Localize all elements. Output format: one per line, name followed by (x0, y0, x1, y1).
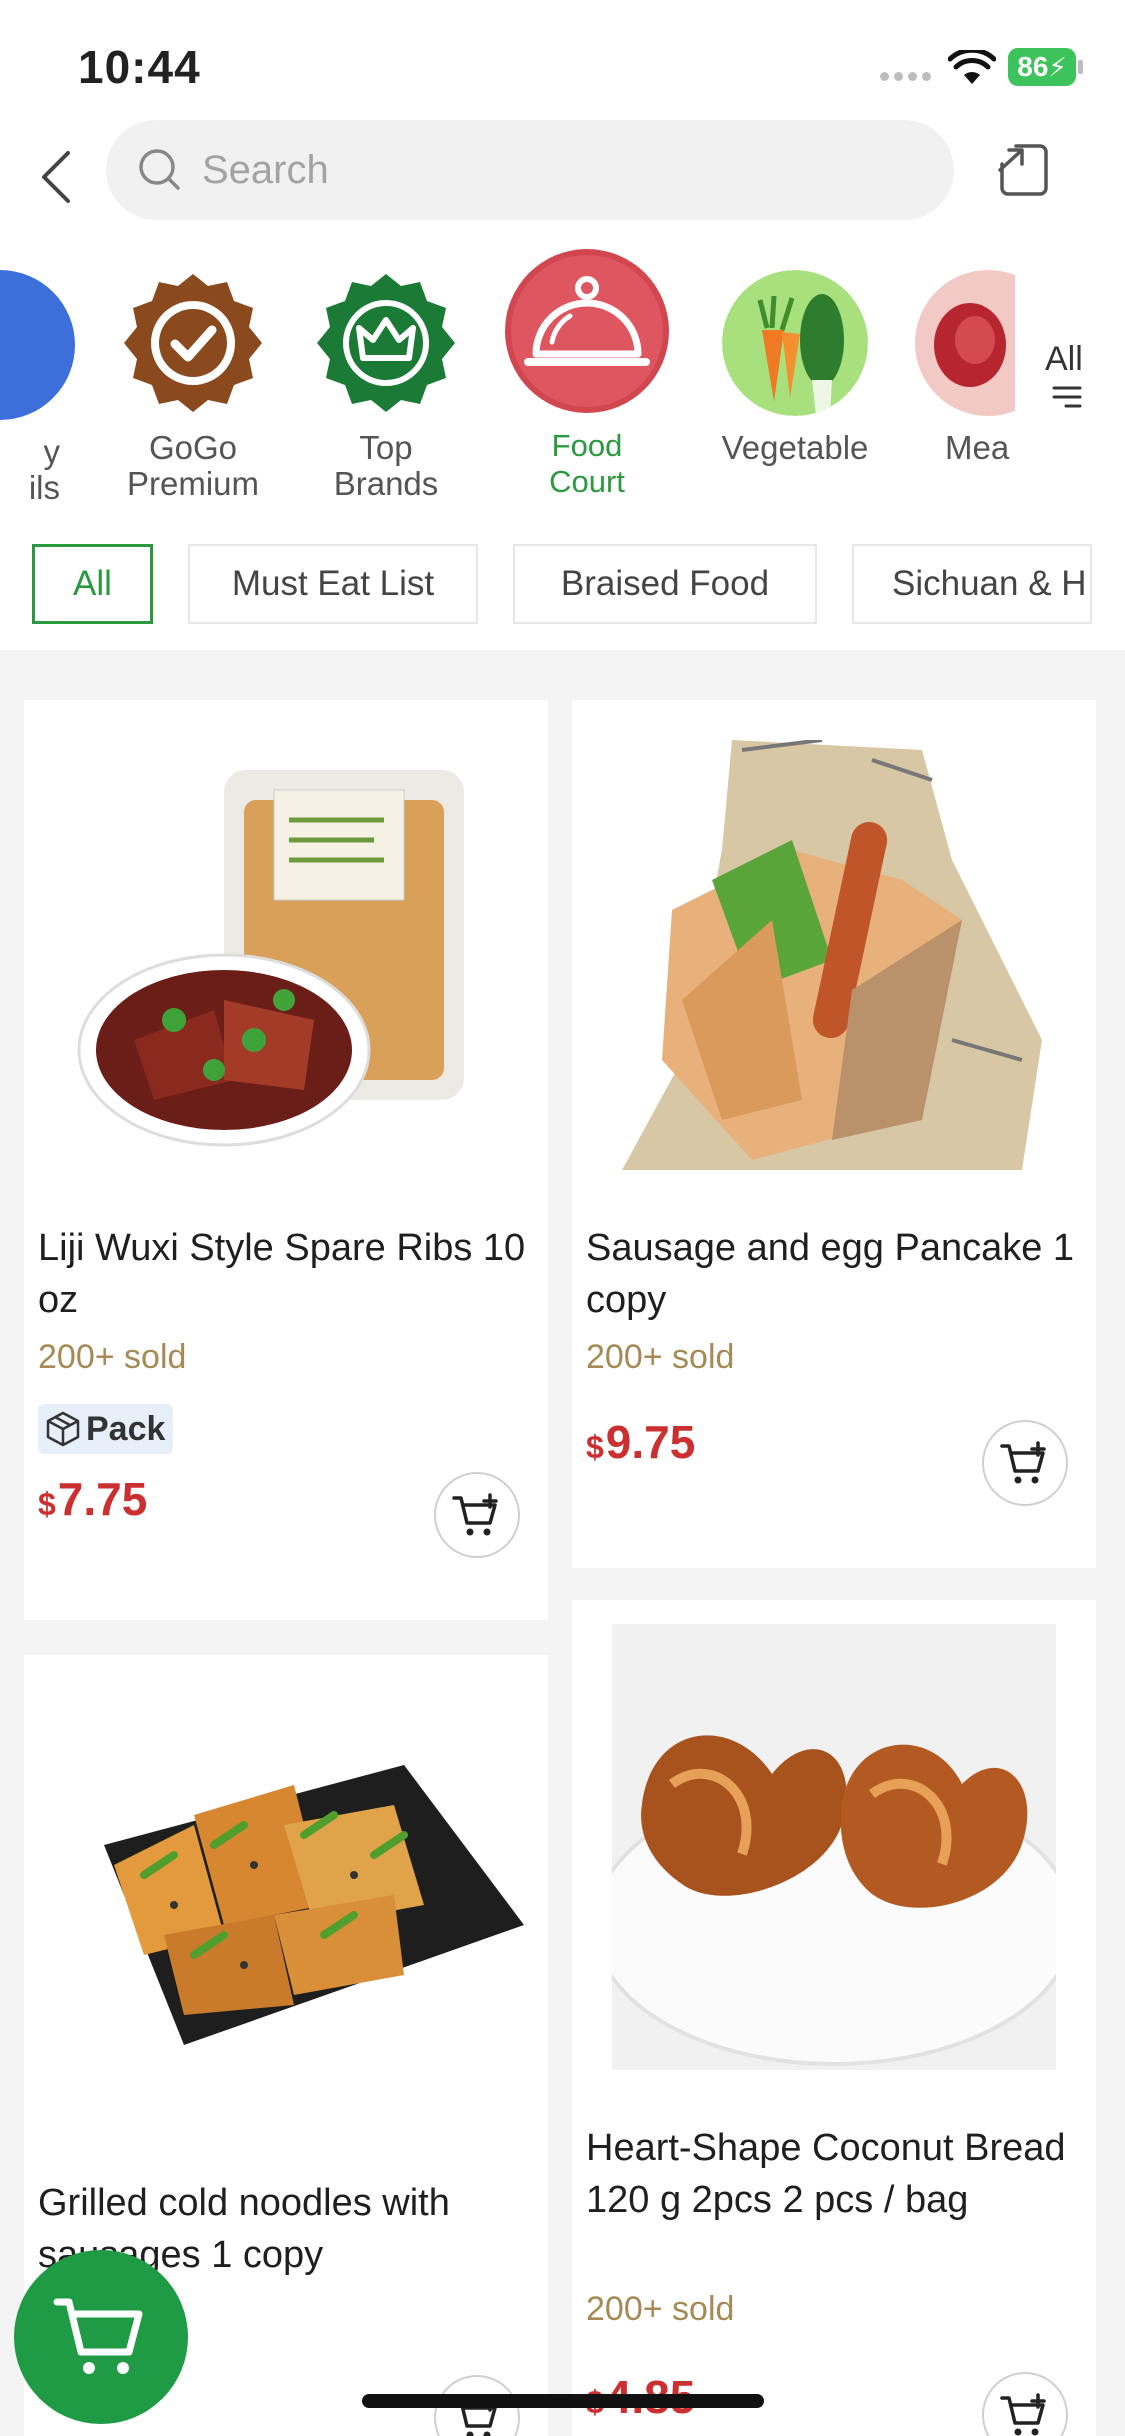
battery-tip (1078, 60, 1083, 74)
share-icon (998, 144, 1048, 196)
product-image-coconut-bread (612, 1624, 1056, 2070)
list-menu-icon[interactable] (1052, 385, 1082, 409)
status-bar: 10:44 86 ⚡ (0, 0, 1125, 120)
product-name: Liji Wuxi Style Spare Ribs 10 oz (38, 1227, 526, 1321)
filter-chip-all[interactable]: All (32, 544, 153, 624)
product-image-sausage-pancake (622, 740, 1042, 1170)
product-name: Heart-Shape Coconut Bread 120 g 2pcs 2 p… (586, 2127, 1066, 2221)
filter-chip-sichuan[interactable]: Sichuan & H (852, 544, 1092, 624)
category-label: Vegetable (721, 429, 869, 466)
category-label: Food Court (549, 428, 625, 499)
sold-count: 200+ sold (586, 1338, 735, 1376)
category-label: Top Brands (333, 429, 439, 502)
food-court-cloche-icon (505, 249, 669, 413)
product-card-sausage-pancake[interactable]: Sausage and egg Pancake 1 copy 200+ sold… (572, 700, 1096, 1568)
battery-indicator: 86 ⚡ (1008, 48, 1076, 86)
category-item-food-court[interactable]: Food Court (502, 246, 672, 500)
status-time: 10:44 (78, 41, 201, 93)
cellular-signal-icon (880, 72, 931, 81)
search-icon (139, 149, 180, 190)
add-to-cart-icon (452, 1493, 498, 1536)
sold-count: 200+ sold (586, 2290, 735, 2328)
add-to-cart-icon (1000, 1441, 1046, 1484)
sold-count: 200+ sold (38, 1338, 187, 1376)
add-to-cart-button[interactable] (434, 1472, 520, 1558)
product-price: $9.75 (586, 1416, 696, 1468)
product-image-grilled-noodles (104, 1765, 524, 2045)
add-to-cart-button[interactable] (982, 1420, 1068, 1506)
search-bar[interactable] (106, 120, 954, 220)
share-button[interactable] (994, 140, 1054, 200)
home-indicator (362, 2394, 764, 2408)
category-item-vegetable[interactable]: Vegetable (710, 270, 880, 466)
search-input[interactable] (202, 147, 852, 193)
category-label: Mea (945, 429, 1010, 466)
category-label: GoGo Premium (126, 429, 260, 502)
food-court-page: 10:44 86 ⚡ Search y ils GoGo Premium Top… (0, 0, 1125, 2436)
vegetable-image (722, 270, 868, 416)
gogo-premium-badge-icon (124, 274, 262, 412)
filter-chip-bar: All Must Eat List Braised Food Sichuan &… (0, 510, 1125, 650)
category-label: y ils (28, 433, 60, 506)
category-item-meat[interactable]: Mea (905, 270, 1015, 466)
add-to-cart-button[interactable] (982, 2372, 1068, 2436)
category-item-gogo-premium[interactable]: GoGo Premium (112, 270, 274, 502)
pack-badge-label: Pack (86, 1409, 166, 1448)
category-item-top-brands[interactable]: Top Brands (305, 270, 467, 502)
product-card-spare-ribs[interactable]: Liji Wuxi Style Spare Ribs 10 oz 200+ so… (24, 700, 548, 1620)
shopping-cart-icon (53, 2298, 143, 2374)
package-icon (46, 1411, 80, 1447)
back-button[interactable] (30, 132, 80, 222)
all-categories-button[interactable]: All (1045, 340, 1083, 379)
deals-icon (0, 270, 75, 420)
chevron-left-icon (42, 151, 70, 203)
filter-chip-braised-food[interactable]: Braised Food (513, 544, 817, 624)
pack-badge: Pack (38, 1404, 174, 1454)
floating-cart-button[interactable] (14, 2250, 188, 2424)
category-item-deals[interactable]: y ils (0, 230, 80, 506)
top-brands-crown-icon (317, 274, 455, 412)
add-to-cart-icon (1000, 2393, 1046, 2436)
product-name: Sausage and egg Pancake 1 copy (586, 1227, 1075, 1321)
product-price: $7.75 (38, 1473, 148, 1525)
wifi-icon (948, 50, 996, 84)
meat-image (915, 270, 1015, 416)
category-carousel: y ils GoGo Premium Top Brands Food Court… (0, 230, 1125, 510)
header-bar (0, 120, 1125, 230)
product-card-coconut-bread[interactable]: Heart-Shape Coconut Bread 120 g 2pcs 2 p… (572, 1600, 1096, 2436)
product-image-spare-ribs (77, 770, 464, 1147)
filter-chip-must-eat-list[interactable]: Must Eat List (188, 544, 478, 624)
